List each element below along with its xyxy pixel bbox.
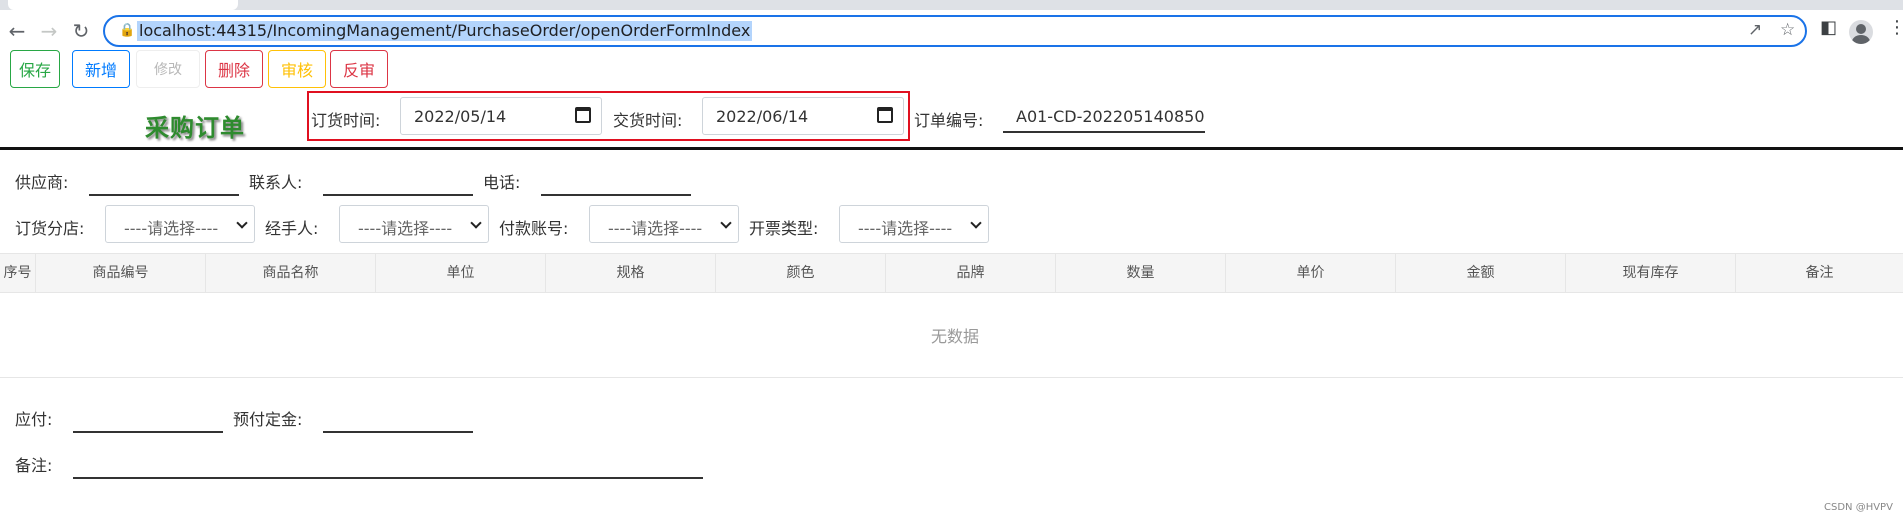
handler-select-value: ----请选择---- <box>358 219 453 238</box>
order-date-input[interactable]: 2022/05/14 <box>400 97 602 135</box>
branch-label: 订货分店: <box>15 219 85 238</box>
branch-select-value: ----请选择---- <box>124 219 219 238</box>
column-header[interactable]: 备注 <box>1736 254 1903 293</box>
order-no-underline <box>1003 131 1205 133</box>
chevron-down-icon <box>720 217 732 229</box>
deposit-input[interactable] <box>323 431 473 433</box>
more-menu-icon[interactable]: ⋮ <box>1888 19 1903 37</box>
table-header: 序号 商品编号 商品名称 单位 规格 颜色 品牌 数量 单价 金额 现有库存 备… <box>0 253 1903 293</box>
edit-button[interactable]: 修改 <box>136 50 200 88</box>
reload-icon[interactable]: ↻ <box>69 19 93 43</box>
order-date-value: 2022/05/14 <box>414 107 507 126</box>
pay-account-label: 付款账号: <box>499 219 569 238</box>
supplier-label: 供应商: <box>15 173 69 192</box>
calendar-icon[interactable] <box>575 107 591 123</box>
save-button[interactable]: 保存 <box>10 50 60 88</box>
table-empty-text: 无数据 <box>930 327 979 346</box>
column-header[interactable]: 商品编号 <box>36 254 206 293</box>
header-divider <box>0 147 1903 150</box>
forward-icon[interactable]: → <box>37 19 61 43</box>
chevron-down-icon <box>970 217 982 229</box>
remark-input[interactable] <box>73 477 703 479</box>
review-button[interactable]: 审核 <box>268 50 326 88</box>
contact-input[interactable] <box>323 194 473 196</box>
phone-input[interactable] <box>541 194 691 196</box>
column-header[interactable]: 金额 <box>1396 254 1566 293</box>
unreview-button[interactable]: 反审 <box>330 50 388 88</box>
handler-select[interactable]: ----请选择---- <box>339 205 489 243</box>
side-panel-icon[interactable]: ◧ <box>1820 19 1837 37</box>
order-no-value[interactable]: A01-CD-202205140850 <box>1016 107 1205 126</box>
column-header[interactable]: 品牌 <box>886 254 1056 293</box>
back-icon[interactable]: ← <box>5 19 29 43</box>
browser-toolbar: ← → ↻ 🔒 localhost:44315/IncomingManageme… <box>0 10 1903 52</box>
delivery-date-value: 2022/06/14 <box>716 107 809 126</box>
browser-tab-strip <box>0 0 1903 10</box>
invoice-type-select-value: ----请选择---- <box>858 219 953 238</box>
invoice-type-label: 开票类型: <box>749 219 819 238</box>
column-header[interactable]: 序号 <box>0 254 36 293</box>
order-no-label: 订单编号: <box>914 111 984 130</box>
deposit-label: 预付定金: <box>233 410 303 429</box>
order-date-label: 订货时间: <box>311 111 381 130</box>
address-bar[interactable]: 🔒 localhost:44315/IncomingManagement/Pur… <box>103 15 1807 47</box>
add-button[interactable]: 新增 <box>72 50 130 88</box>
supplier-input[interactable] <box>89 194 239 196</box>
column-header[interactable]: 规格 <box>546 254 716 293</box>
column-header[interactable]: 单位 <box>376 254 546 293</box>
profile-avatar-icon[interactable] <box>1849 20 1873 44</box>
url-text[interactable]: localhost:44315/IncomingManagement/Purch… <box>137 21 753 41</box>
payable-input[interactable] <box>73 431 223 433</box>
branch-select[interactable]: ----请选择---- <box>105 205 255 243</box>
share-icon[interactable]: ↗ <box>1748 22 1762 39</box>
contact-label: 联系人: <box>249 173 303 192</box>
phone-label: 电话: <box>483 173 521 192</box>
delivery-date-label: 交货时间: <box>613 111 683 130</box>
calendar-icon[interactable] <box>877 107 893 123</box>
chevron-down-icon <box>470 217 482 229</box>
lock-icon: 🔒 <box>119 23 136 38</box>
bookmark-star-icon[interactable]: ☆ <box>1780 22 1795 39</box>
chevron-down-icon <box>236 217 248 229</box>
delete-button[interactable]: 删除 <box>205 50 263 88</box>
watermark: CSDN @HVPV <box>1824 502 1893 513</box>
browser-tab[interactable] <box>8 0 238 10</box>
handler-label: 经手人: <box>265 219 319 238</box>
column-header[interactable]: 单价 <box>1226 254 1396 293</box>
page-title: 采购订单 <box>145 114 245 142</box>
delivery-date-input[interactable]: 2022/06/14 <box>702 97 904 135</box>
table-bottom-border <box>0 377 1903 378</box>
pay-account-select[interactable]: ----请选择---- <box>589 205 739 243</box>
column-header[interactable]: 商品名称 <box>206 254 376 293</box>
column-header[interactable]: 颜色 <box>716 254 886 293</box>
column-header[interactable]: 现有库存 <box>1566 254 1736 293</box>
payable-label: 应付: <box>15 410 53 429</box>
column-header[interactable]: 数量 <box>1056 254 1226 293</box>
invoice-type-select[interactable]: ----请选择---- <box>839 205 989 243</box>
pay-account-select-value: ----请选择---- <box>608 219 703 238</box>
remark-label: 备注: <box>15 456 53 475</box>
